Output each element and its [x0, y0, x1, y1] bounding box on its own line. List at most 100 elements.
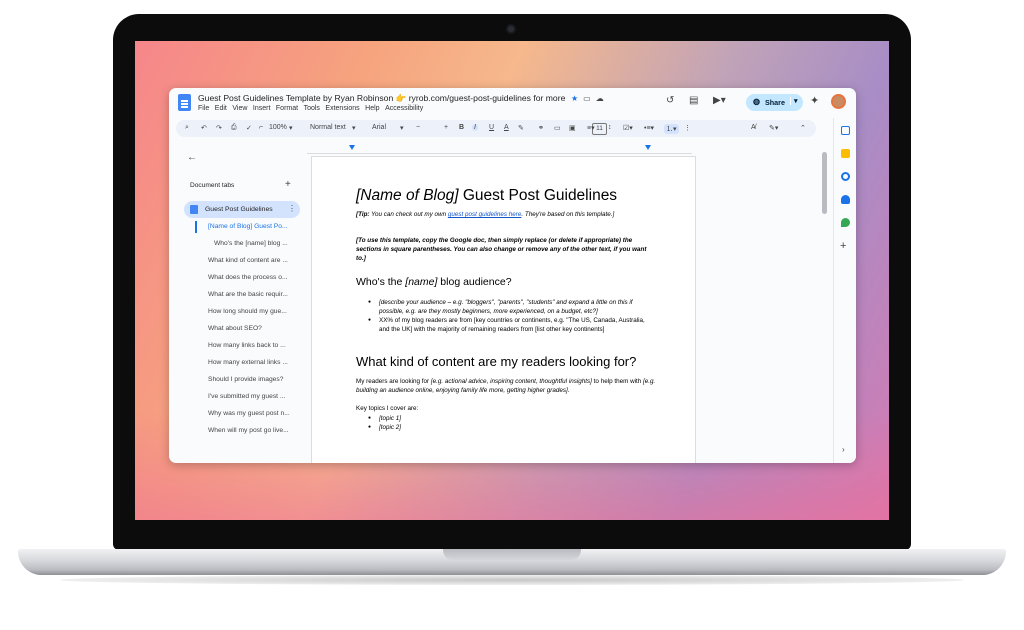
document-canvas[interactable]: [Name of Blog] Guest Post Guidelines [Ti… [307, 140, 820, 463]
zoom-select[interactable]: 100% [269, 124, 287, 131]
avatar[interactable] [831, 94, 846, 109]
print-icon[interactable]: ⎙ [231, 124, 237, 132]
vertical-scrollbar[interactable] [822, 152, 827, 214]
audience-heading[interactable]: Who's the [name] blog audience? [356, 276, 656, 288]
bold-button[interactable]: B [459, 124, 464, 131]
menu-file[interactable]: File [198, 105, 209, 112]
checklist-icon[interactable]: ☑▾ [623, 124, 633, 132]
horizontal-ruler[interactable] [307, 144, 692, 154]
instructions-paragraph[interactable]: [To use this template, copy the Google d… [356, 236, 656, 263]
list-item[interactable]: [describe your audience – e.g. "bloggers… [368, 298, 656, 316]
content-heading[interactable]: What kind of content are my readers look… [356, 354, 656, 369]
content-paragraph[interactable]: My readers are looking for [e.g. actiona… [356, 377, 656, 395]
outline-item[interactable]: What are the basic requir... [208, 291, 288, 298]
meet-icon[interactable]: ▶▾ [713, 95, 726, 106]
doc-tab-icon [190, 205, 198, 214]
audience-heading-post: blog audience? [437, 276, 512, 288]
share-dropdown-icon[interactable]: ▾ [790, 97, 798, 105]
align-icon[interactable]: ≡▾ [587, 124, 595, 132]
outline-item[interactable]: [Name of Blog] Guest Po... [208, 223, 288, 230]
outline-item[interactable]: When will my post go live... [208, 427, 289, 434]
toolbar: ⌕ ↶ ↷ ⎙ ✓ ⌐ 100% ▾ Normal text ▾ Arial ▾… [176, 120, 816, 137]
chevron-up-icon[interactable]: ⌃ [800, 124, 806, 132]
search-icon[interactable]: ⌕ [185, 124, 189, 132]
document-title[interactable]: Guest Post Guidelines Template by Ryan R… [198, 93, 565, 104]
more-icon[interactable]: ⋮ [684, 124, 691, 132]
left-indent-marker[interactable] [349, 145, 355, 150]
spellcheck-icon[interactable]: ✓ [246, 124, 252, 132]
outline-item[interactable]: How many links back to ... [208, 342, 286, 349]
list-item[interactable]: [topic 2] [368, 423, 656, 432]
history-icon[interactable]: ↺ [666, 95, 674, 106]
outline-item[interactable]: Should I provide images? [208, 376, 283, 383]
chevron-right-icon[interactable]: › [842, 445, 845, 454]
maps-icon[interactable] [841, 218, 850, 227]
add-addon-icon[interactable]: + [840, 240, 846, 252]
outline-item[interactable]: What does the process o... [208, 274, 288, 281]
text-style-icon[interactable]: A̸ [751, 124, 756, 131]
share-button[interactable]: ◍ Share ▾ [746, 94, 803, 111]
menu-extensions[interactable]: Extensions [325, 105, 359, 112]
tip-paragraph[interactable]: [Tip: You can check out my own guest pos… [356, 210, 656, 219]
style-select[interactable]: Normal text [310, 124, 346, 131]
numbered-list-icon[interactable]: ⒈▾ [664, 123, 679, 134]
back-arrow-icon[interactable]: ← [187, 152, 197, 163]
more-vert-icon[interactable]: ⋮ [288, 204, 296, 213]
calendar-icon[interactable] [841, 126, 850, 135]
outline-item[interactable]: I've submitted my guest ... [208, 393, 285, 400]
menu-insert[interactable]: Insert [253, 105, 271, 112]
menu-help[interactable]: Help [365, 105, 379, 112]
document-heading[interactable]: [Name of Blog] Guest Post Guidelines [356, 187, 656, 205]
bullet-list-icon[interactable]: •≡▾ [644, 124, 654, 132]
font-select[interactable]: Arial [372, 124, 386, 131]
paint-format-icon[interactable]: ⌐ [259, 124, 263, 131]
menu-view[interactable]: View [232, 105, 247, 112]
line-spacing-icon[interactable]: ↕ [608, 124, 612, 131]
keep-icon[interactable] [841, 149, 850, 158]
undo-icon[interactable]: ↶ [201, 124, 207, 132]
redo-icon[interactable]: ↷ [216, 124, 222, 132]
image-icon[interactable]: ▣ [569, 124, 576, 132]
right-indent-marker[interactable] [645, 145, 651, 150]
outline-item[interactable]: How long should my gue... [208, 308, 287, 315]
para-text: to help them with [591, 378, 644, 385]
audience-heading-name: [name] [405, 276, 438, 288]
comments-icon[interactable]: ▤ [689, 95, 698, 106]
add-tab-icon[interactable]: + [285, 179, 291, 190]
menu-accessibility[interactable]: Accessibility [385, 105, 423, 112]
list-item[interactable]: XX% of my blog readers are from [key cou… [368, 316, 656, 334]
link-icon[interactable]: ⚭ [538, 124, 544, 132]
font-size-increase-icon[interactable]: + [444, 124, 448, 131]
gemini-icon[interactable]: ✦ [810, 94, 819, 107]
globe-icon: ◍ [753, 97, 760, 106]
document-page[interactable]: [Name of Blog] Guest Post Guidelines [Ti… [311, 156, 696, 463]
menu-edit[interactable]: Edit [215, 105, 227, 112]
underline-button[interactable]: U [489, 124, 494, 131]
font-size-decrease-icon[interactable]: − [416, 124, 420, 131]
outline-item[interactable]: What about SEO? [208, 325, 262, 332]
outline-item[interactable]: How many external links ... [208, 359, 288, 366]
outline-item[interactable]: What kind of content are ... [208, 257, 288, 264]
text-color-button[interactable]: A [504, 124, 509, 131]
chevron-down-icon: ▾ [400, 124, 404, 132]
contacts-icon[interactable] [841, 195, 850, 204]
comment-icon[interactable]: ▭ [554, 124, 561, 132]
folder-icon[interactable]: ▭ [583, 94, 591, 103]
highlight-icon[interactable]: ✎ [518, 124, 524, 132]
menu-format[interactable]: Format [276, 105, 298, 112]
guidelines-link[interactable]: guest post guidelines here [448, 211, 522, 218]
page-content[interactable]: [Name of Blog] Guest Post Guidelines [Ti… [356, 187, 656, 436]
star-icon[interactable]: ★ [571, 94, 578, 103]
docs-logo-icon[interactable] [178, 94, 191, 111]
tasks-icon[interactable] [841, 172, 850, 181]
editing-mode-icon[interactable]: ✎▾ [769, 124, 778, 132]
topics-label[interactable]: Key topics I cover are: [356, 404, 656, 413]
list-item[interactable]: [topic 1] [368, 414, 656, 423]
cloud-icon[interactable]: ☁ [596, 94, 604, 103]
italic-button[interactable]: I [472, 123, 478, 131]
outline-item[interactable]: Who's the [name] blog ... [214, 240, 288, 247]
menu-tools[interactable]: Tools [304, 105, 320, 112]
tip-prefix: [Tip: [356, 211, 370, 218]
tab-guest-post-guidelines[interactable]: Guest Post Guidelines ⋮ [184, 201, 300, 218]
outline-item[interactable]: Why was my guest post n... [208, 410, 290, 417]
